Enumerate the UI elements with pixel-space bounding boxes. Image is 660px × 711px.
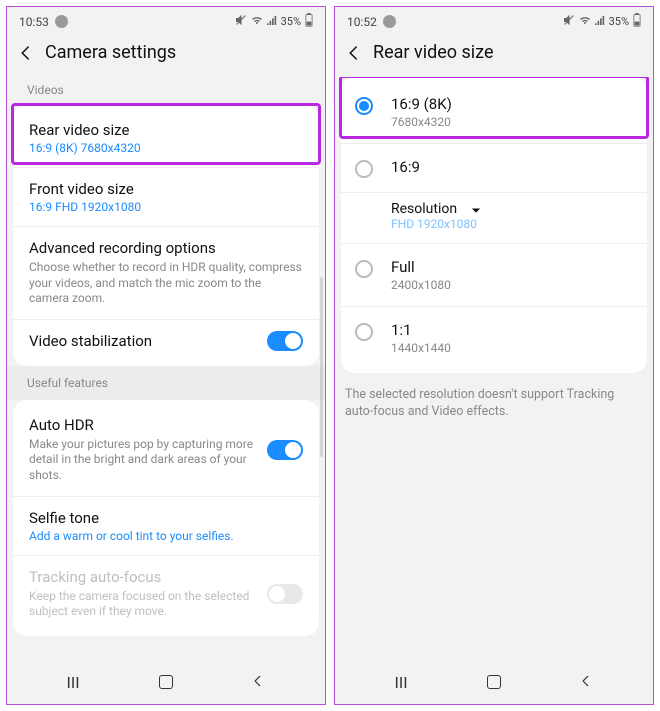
resolution-value: FHD 1920x1080 [391, 217, 491, 231]
option-16-9-8k[interactable]: 16:9 (8K) 7680x4320 [341, 81, 647, 144]
mute-icon [563, 14, 575, 29]
row-tracking-af: Tracking auto-focus Keep the camera focu… [13, 556, 319, 632]
section-videos: Videos [13, 77, 319, 105]
option-full[interactable]: Full 2400x1080 [341, 244, 647, 307]
battery-icon [305, 13, 313, 30]
row-advanced-recording[interactable]: Advanced recording options Choose whethe… [13, 227, 319, 320]
row-sub: Add a warm or cool tint to your selfies. [29, 529, 303, 543]
row-desc: Keep the camera focused on the selected … [29, 589, 303, 620]
status-icons: 35% [235, 13, 313, 30]
row-rear-video-size[interactable]: Rear video size 16:9 (8K) 7680x4320 [13, 109, 319, 168]
nav-home-icon[interactable] [159, 675, 173, 689]
signal-icon [267, 14, 277, 29]
wifi-icon [579, 14, 591, 29]
nav-recents-icon[interactable]: III [394, 673, 407, 692]
battery-icon [633, 13, 641, 30]
option-sub: 7680x4320 [391, 115, 631, 129]
row-front-video-size[interactable]: Front video size 16:9 FHD 1920x1080 [13, 168, 319, 227]
back-icon[interactable] [17, 44, 35, 62]
row-selfie-tone[interactable]: Selfie tone Add a warm or cool tint to y… [13, 497, 319, 556]
row-title: Advanced recording options [29, 239, 303, 257]
radio-icon[interactable] [355, 97, 373, 115]
nav-home-icon[interactable] [487, 675, 501, 689]
radio-icon[interactable] [355, 260, 373, 278]
nav-back-icon[interactable] [579, 673, 593, 692]
row-desc: Make your pictures pop by capturing more… [29, 437, 303, 484]
content-area: Videos Rear video size 16:9 (8K) 7680x43… [7, 77, 325, 660]
phone-right: 10:52 35% Rear video size [334, 6, 654, 705]
option-1-1[interactable]: 1:1 1440x1440 [341, 307, 647, 369]
status-dot-icon [55, 15, 68, 28]
phone-left: 10:53 35% Camera settings Videos [6, 6, 326, 705]
row-auto-hdr[interactable]: Auto HDR Make your pictures pop by captu… [13, 404, 319, 497]
row-title: Tracking auto-focus [29, 568, 303, 586]
row-title: Auto HDR [29, 416, 303, 434]
status-bar: 10:52 35% [335, 7, 653, 32]
toggle-tracking [267, 584, 303, 604]
status-dot-icon [383, 15, 396, 28]
row-title: Rear video size [29, 121, 303, 139]
page-title: Camera settings [45, 42, 176, 63]
status-battery-pct: 35% [609, 15, 629, 28]
nav-recents-icon[interactable]: III [66, 673, 79, 692]
option-16-9[interactable]: 16:9 [341, 144, 647, 193]
wifi-icon [251, 14, 263, 29]
option-title: 16:9 (8K) [391, 95, 631, 113]
row-sub: 16:9 FHD 1920x1080 [29, 200, 303, 214]
signal-icon [595, 14, 605, 29]
resolution-dropdown[interactable]: Resolution FHD 1920x1080 [341, 193, 647, 244]
row-desc: Choose whether to record in HDR quality,… [29, 260, 303, 307]
nav-bar: III [7, 660, 325, 704]
status-icons: 35% [563, 13, 641, 30]
section-useful: Useful features [7, 366, 325, 400]
status-time: 10:53 [19, 15, 49, 29]
note-text: The selected resolution doesn't support … [341, 373, 647, 421]
option-sub: 2400x1080 [391, 278, 631, 292]
nav-bar: III [335, 660, 653, 704]
page-title: Rear video size [373, 42, 494, 63]
option-sub: 1440x1440 [391, 341, 631, 355]
radio-icon[interactable] [355, 323, 373, 341]
mute-icon [235, 14, 247, 29]
option-title: 16:9 [391, 158, 631, 176]
option-title: Full [391, 258, 631, 276]
header: Rear video size [335, 32, 653, 77]
row-video-stabilization[interactable]: Video stabilization [13, 320, 319, 362]
status-battery-pct: 35% [281, 15, 301, 28]
card-videos: Rear video size 16:9 (8K) 7680x4320 Fron… [13, 105, 319, 366]
card-options: 16:9 (8K) 7680x4320 16:9 Resolution [341, 77, 647, 373]
content-area: 16:9 (8K) 7680x4320 16:9 Resolution [335, 77, 653, 660]
chevron-down-icon [471, 204, 481, 214]
row-title: Selfie tone [29, 509, 303, 527]
status-time: 10:52 [347, 15, 377, 29]
card-useful: Auto HDR Make your pictures pop by captu… [13, 400, 319, 636]
toggle-stabilization[interactable] [267, 331, 303, 351]
resolution-label: Resolution [391, 201, 457, 217]
row-sub: 16:9 (8K) 7680x4320 [29, 141, 303, 155]
status-bar: 10:53 35% [7, 7, 325, 32]
nav-back-icon[interactable] [251, 673, 265, 692]
option-title: 1:1 [391, 321, 631, 339]
scrollbar[interactable] [320, 277, 323, 457]
toggle-hdr[interactable] [267, 440, 303, 460]
header: Camera settings [7, 32, 325, 77]
row-title: Video stabilization [29, 332, 303, 350]
radio-icon[interactable] [355, 160, 373, 178]
back-icon[interactable] [345, 44, 363, 62]
row-title: Front video size [29, 180, 303, 198]
